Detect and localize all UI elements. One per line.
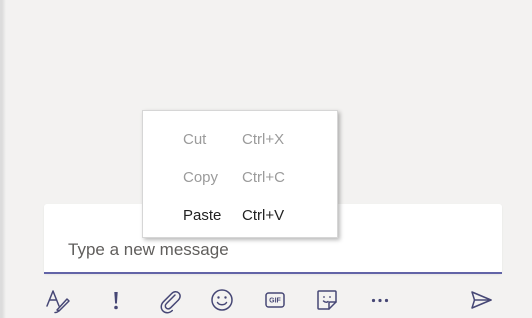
sticker-icon[interactable] <box>312 285 342 315</box>
menu-item-label: Paste <box>183 207 222 224</box>
menu-item-label: Copy <box>183 169 219 186</box>
compose-toolbar: GIF <box>0 280 532 318</box>
menu-item-shortcut: Ctrl+X <box>242 131 285 148</box>
gif-icon[interactable]: GIF <box>260 285 290 315</box>
format-icon[interactable] <box>43 285 73 315</box>
menu-item-cut[interactable]: Cut Ctrl+X <box>143 121 339 159</box>
attach-icon[interactable] <box>155 285 185 315</box>
menu-item-shortcut: Ctrl+C <box>242 169 285 186</box>
send-icon[interactable] <box>466 285 496 315</box>
menu-item-label: Cut <box>183 131 207 148</box>
importance-icon[interactable] <box>101 285 131 315</box>
menu-item-shortcut: Ctrl+V <box>242 207 285 224</box>
gif-label: GIF <box>269 298 281 305</box>
more-options-icon[interactable] <box>365 285 395 315</box>
menu-item-paste[interactable]: Paste Ctrl+V <box>143 197 339 235</box>
window-left-edge <box>0 0 6 318</box>
menu-item-copy[interactable]: Copy Ctrl+C <box>143 159 339 197</box>
context-menu: Cut Ctrl+X Copy Ctrl+C Paste Ctrl+V <box>142 110 338 238</box>
emoji-icon[interactable] <box>207 285 237 315</box>
compose-focus-underline <box>44 272 502 274</box>
